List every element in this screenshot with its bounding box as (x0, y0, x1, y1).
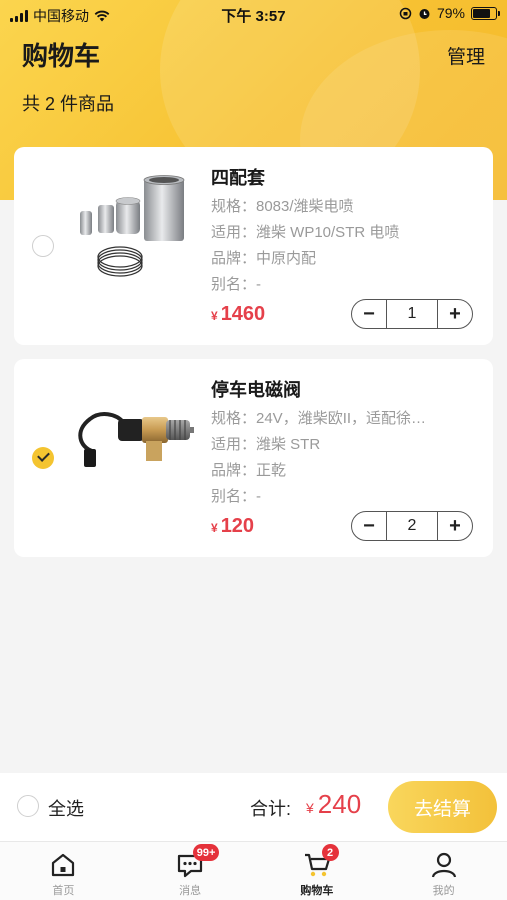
product-fit: 适用：潍柴 WP10/STR 电喷 (211, 224, 400, 241)
solenoid-valve-image (78, 412, 194, 467)
quantity-stepper: − 2 + (351, 511, 473, 541)
tab-messages[interactable]: 99+ 消息 (127, 842, 254, 900)
checkout-bar: 全选 合计: ¥240 去结算 (0, 773, 507, 841)
tab-label: 购物车 (300, 885, 334, 897)
product-price: ¥1460 (211, 303, 265, 326)
increase-button[interactable]: + (438, 512, 472, 540)
cart-badge: 2 (321, 844, 339, 861)
tab-cart[interactable]: 2 购物车 (254, 842, 381, 900)
total-label: 合计: (250, 799, 292, 819)
home-icon (52, 853, 75, 877)
product-spec: 规格：24V，潍柴欧II，适配徐… (211, 410, 427, 427)
tab-profile[interactable]: 我的 (380, 842, 507, 900)
select-all-label[interactable]: 全选 (48, 795, 84, 821)
item-select-radio[interactable] (32, 447, 54, 469)
select-all-radio[interactable] (17, 795, 39, 817)
orientation-lock-icon (399, 7, 412, 19)
tab-home[interactable]: 首页 (0, 842, 127, 900)
product-name[interactable]: 四配套 (211, 164, 265, 190)
item-count: 共 2 件商品 (22, 94, 115, 114)
battery-fill (473, 8, 491, 18)
currency-symbol: ¥ (211, 309, 218, 323)
total-value: 240 (317, 789, 362, 819)
decrease-button[interactable]: − (352, 512, 386, 540)
page-title: 购物车 (22, 41, 101, 71)
quantity-stepper: − 1 + (351, 299, 473, 329)
battery-percent: 79% (436, 5, 465, 21)
alarm-icon (419, 8, 430, 19)
status-bar: 中国移动 下午 3:57 79% (0, 0, 507, 28)
quantity-value[interactable]: 2 (386, 512, 438, 540)
product-spec: 规格：8083/潍柴电喷 (211, 198, 354, 215)
message-badge: 99+ (192, 844, 220, 861)
item-select-radio[interactable] (32, 235, 54, 257)
tab-label: 我的 (432, 885, 455, 897)
manage-button[interactable]: 管理 (447, 42, 485, 69)
currency-symbol: ¥ (306, 800, 314, 816)
product-brand: 品牌：中原内配 (211, 250, 317, 267)
product-name[interactable]: 停车电磁阀 (211, 376, 301, 402)
product-price: ¥120 (211, 515, 254, 538)
total-amount: ¥240 (306, 789, 361, 820)
cart-item-card: 停车电磁阀 规格：24V，潍柴欧II，适配徐… 适用：潍柴 STR 品牌：正乾 … (14, 359, 493, 557)
status-right: 79% (399, 5, 500, 21)
increase-button[interactable]: + (438, 300, 472, 328)
product-alias: 别名：- (211, 488, 261, 505)
tab-bar: 首页 99+ 消息 2 购物车 我的 (0, 841, 507, 900)
product-alias: 别名：- (211, 276, 261, 293)
user-icon (431, 852, 456, 878)
tab-label: 首页 (52, 885, 75, 897)
cart-item-card: 四配套 规格：8083/潍柴电喷 适用：潍柴 WP10/STR 电喷 品牌：中原… (14, 147, 493, 345)
battery-icon (471, 6, 500, 20)
piston-kit-image (80, 175, 185, 277)
price-value: 1460 (220, 303, 266, 325)
quantity-value[interactable]: 1 (386, 300, 438, 328)
decrease-button[interactable]: − (352, 300, 386, 328)
currency-symbol: ¥ (211, 521, 218, 535)
tab-label: 消息 (179, 885, 202, 897)
checkout-button[interactable]: 去结算 (388, 781, 497, 833)
product-brand: 品牌：正乾 (211, 462, 287, 479)
product-fit: 适用：潍柴 STR (211, 436, 321, 453)
price-value: 120 (220, 515, 255, 537)
